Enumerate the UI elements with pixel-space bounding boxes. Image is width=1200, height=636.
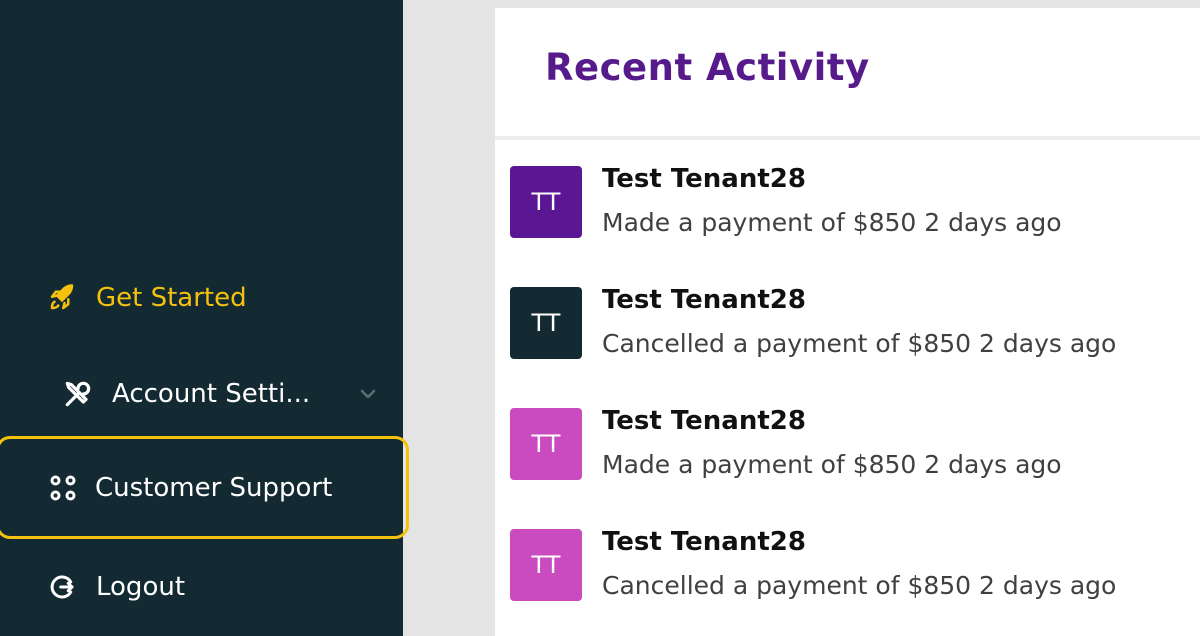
sidebar-item-account-settings[interactable]: Account Setti... bbox=[62, 374, 382, 414]
sidebar-item-customer-support[interactable]: Customer Support bbox=[0, 436, 409, 539]
activity-name: Test Tenant28 bbox=[602, 164, 806, 194]
avatar: TT bbox=[510, 408, 582, 480]
avatar: TT bbox=[510, 529, 582, 601]
sidebar-item-label: Get Started bbox=[96, 283, 247, 313]
list-item[interactable]: TT Test Tenant28 Cancelled a payment of … bbox=[510, 279, 1200, 389]
sidebar-item-logout[interactable]: Logout bbox=[46, 567, 185, 607]
activity-description: Made a payment of $850 2 days ago bbox=[602, 208, 1062, 237]
tools-icon bbox=[62, 378, 94, 410]
recent-activity-panel: Recent Activity TT Test Tenant28 Made a … bbox=[495, 8, 1200, 636]
list-item[interactable]: TT Test Tenant28 Made a payment of $850 … bbox=[510, 158, 1200, 268]
support-icon bbox=[47, 472, 79, 504]
sidebar-item-label: Customer Support bbox=[95, 472, 333, 503]
sidebar-item-get-started[interactable]: Get Started bbox=[46, 278, 247, 318]
avatar: TT bbox=[510, 287, 582, 359]
activity-description: Made a payment of $850 2 days ago bbox=[602, 450, 1062, 479]
avatar: TT bbox=[510, 166, 582, 238]
activity-name: Test Tenant28 bbox=[602, 406, 806, 436]
page-title: Recent Activity bbox=[545, 46, 870, 89]
sidebar-item-label: Account Setti... bbox=[112, 379, 311, 409]
list-item[interactable]: TT Test Tenant28 Made a payment of $850 … bbox=[510, 400, 1200, 510]
activity-description: Cancelled a payment of $850 2 days ago bbox=[602, 571, 1117, 600]
chevron-down-icon[interactable] bbox=[356, 382, 380, 406]
panel-header: Recent Activity bbox=[495, 8, 1200, 140]
logout-icon bbox=[46, 571, 78, 603]
rocket-icon bbox=[46, 282, 78, 314]
sidebar-item-label: Logout bbox=[96, 572, 186, 602]
list-item[interactable]: TT Test Tenant28 Cancelled a payment of … bbox=[510, 521, 1200, 631]
activity-name: Test Tenant28 bbox=[602, 285, 806, 315]
sidebar: Get Started Account Setti... Customer Su… bbox=[0, 0, 409, 636]
activity-description: Cancelled a payment of $850 2 days ago bbox=[602, 329, 1117, 358]
activity-name: Test Tenant28 bbox=[602, 527, 806, 557]
